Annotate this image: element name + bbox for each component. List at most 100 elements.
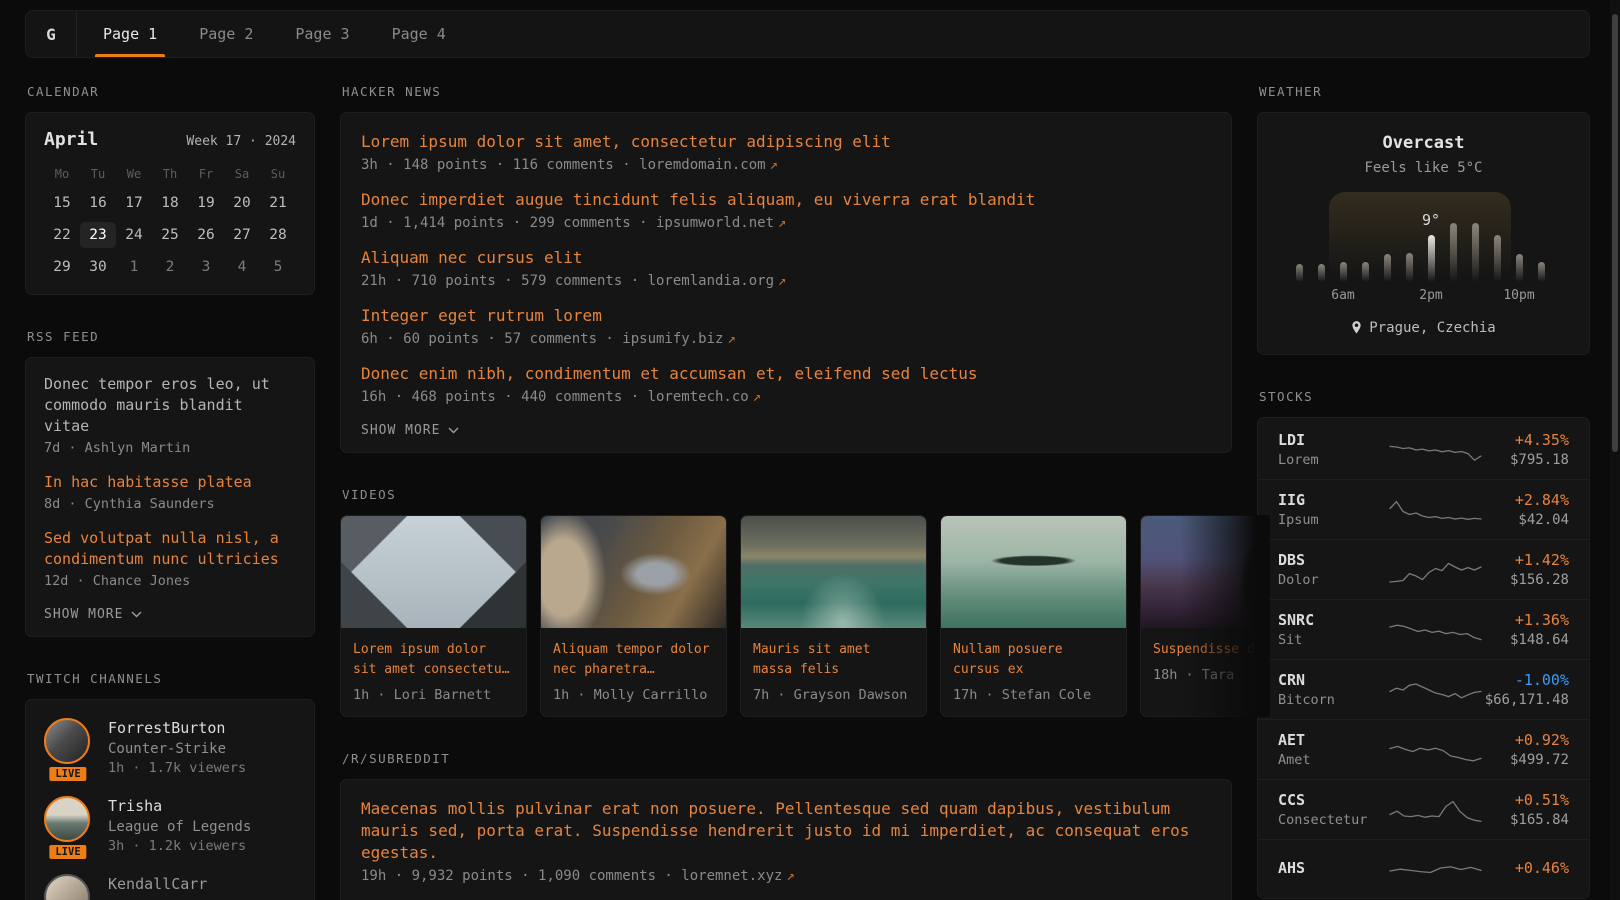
news-item-meta: 21h · 710 points · 579 comments · loreml… [361, 273, 1211, 289]
stock-row: CCS Consectetur +0.51% $165.84 [1258, 779, 1589, 839]
tab-page-4[interactable]: Page 4 [384, 11, 454, 57]
calendar-day: 5 [260, 254, 296, 280]
stock-id: CRN Bitcorn [1278, 671, 1388, 708]
weather-bar [1384, 254, 1391, 282]
weather-hourly-chart: 9° [1291, 194, 1557, 282]
rss-item-title[interactable]: Donec tempor eros leo, ut commodo mauris… [44, 374, 296, 437]
tab-page-3[interactable]: Page 3 [287, 11, 357, 57]
news-item: Donec enim nibh, condimentum et accumsan… [361, 363, 1211, 405]
sparkline-chart [1388, 613, 1483, 647]
dashboard-grid: CALENDAR April Week 17 · 2024 MoTuWeThFr… [25, 84, 1590, 900]
stock-id: AET Amet [1278, 731, 1388, 768]
twitch-channel-row[interactable]: LIVE ForrestBurton Counter-Strike 1h · 1… [44, 718, 296, 776]
external-link-icon[interactable]: ↗ [727, 331, 735, 347]
news-item: Aliquam nec cursus elit 21h · 710 points… [361, 247, 1211, 289]
stock-name: Lorem [1278, 452, 1388, 468]
stock-ticker: SNRC [1278, 611, 1388, 629]
video-card[interactable]: Lorem ipsum dolor sit amet consectetu… 1… [340, 515, 527, 717]
twitch-channel-row[interactable]: LIVE Trisha League of Legends 3h · 1.2k … [44, 796, 296, 854]
show-more-button[interactable]: SHOW MORE [361, 421, 1211, 438]
news-item-title[interactable]: Lorem ipsum dolor sit amet, consectetur … [361, 131, 1211, 153]
scrollbar-thumb[interactable] [1612, 14, 1618, 452]
stock-sparkline [1388, 851, 1483, 885]
external-link-icon[interactable]: ↗ [778, 215, 786, 231]
rss-item-title[interactable]: Sed volutpat nulla nisl, a condimentum n… [44, 528, 296, 570]
stock-sparkline [1388, 553, 1483, 587]
news-item-meta-text: 19h · 9,932 points · 1,090 comments · lo… [361, 868, 782, 884]
time-tick-label: 10pm [1503, 288, 1534, 303]
stock-ticker: CRN [1278, 671, 1388, 689]
twitch-channel-name: KendallCarr [108, 874, 207, 894]
sparkline-chart [1388, 433, 1483, 467]
time-tick-label: 6am [1331, 288, 1354, 303]
rss-feed-widget: Donec tempor eros leo, ut commodo mauris… [25, 357, 315, 637]
show-more-button[interactable]: SHOW MORE [44, 605, 296, 622]
video-card[interactable]: Nullam posuere cursus ex 17h · Stefan Co… [940, 515, 1127, 717]
tab-page-2[interactable]: Page 2 [191, 11, 261, 57]
stock-ticker: AET [1278, 731, 1388, 749]
app-logo[interactable]: G [26, 11, 76, 57]
video-card[interactable]: Suspendisse diam 18h · Tara [1140, 515, 1270, 717]
calendar-day: 18 [152, 190, 188, 216]
calendar-weekday-label: Fr [188, 164, 224, 184]
video-thumbnail [541, 516, 726, 628]
stock-ticker: IIG [1278, 491, 1388, 509]
twitch-channels-widget: LIVE ForrestBurton Counter-Strike 1h · 1… [25, 699, 315, 900]
weather-bar [1516, 254, 1523, 282]
stock-change-percent: +0.92% [1483, 731, 1569, 749]
stock-values: +4.35% $795.18 [1483, 431, 1569, 468]
stock-name: Amet [1278, 752, 1388, 768]
external-link-icon[interactable]: ↗ [770, 157, 778, 173]
news-item-meta-text: 16h · 468 points · 440 comments · loremt… [361, 389, 749, 405]
chevron-down-icon [131, 611, 142, 618]
weather-widget: Overcast Feels like 5°C 9° 6am2pm10pm Pr… [1257, 112, 1590, 355]
calendar-day: 16 [80, 190, 116, 216]
twitch-avatar-wrap [44, 874, 92, 900]
news-item: Maecenas mollis pulvinar erat non posuer… [361, 798, 1211, 884]
video-meta: 17h · Stefan Cole [941, 680, 1126, 716]
calendar-day: 27 [224, 222, 260, 248]
news-item-title[interactable]: Integer eget rutrum lorem [361, 305, 1211, 327]
weather-time-axis: 6am2pm10pm [1291, 288, 1557, 306]
news-item-title[interactable]: Maecenas mollis pulvinar erat non posuer… [361, 798, 1211, 864]
stock-id: IIG Ipsum [1278, 491, 1388, 528]
calendar-day: 4 [224, 254, 260, 280]
stocks-widget: LDI Lorem +4.35% $795.18 IIG Ipsum +2.84… [1257, 417, 1590, 899]
show-more-label: SHOW MORE [361, 423, 440, 438]
stock-id: AHS [1278, 859, 1388, 877]
external-link-icon[interactable]: ↗ [786, 868, 794, 884]
twitch-channel-row[interactable]: KendallCarr [44, 874, 296, 900]
stock-change-percent: +2.84% [1483, 491, 1569, 509]
rss-item: Sed volutpat nulla nisl, a condimentum n… [44, 528, 296, 589]
tab-page-1[interactable]: Page 1 [95, 11, 165, 57]
news-item-meta-text: 1d · 1,414 points · 299 comments · ipsum… [361, 215, 774, 231]
news-item-title[interactable]: Donec enim nibh, condimentum et accumsan… [361, 363, 1211, 385]
weather-bar [1494, 235, 1501, 282]
rss-item-title[interactable]: In hac habitasse platea [44, 472, 296, 493]
video-thumbnail [1141, 516, 1270, 628]
rss-item-meta: 12d · Chance Jones [44, 573, 296, 589]
video-meta: 1h · Molly Carrillo [541, 680, 726, 716]
news-item-meta: 16h · 468 points · 440 comments · loremt… [361, 389, 1211, 405]
stock-values: +1.42% $156.28 [1483, 551, 1569, 588]
video-card[interactable]: Aliquam tempor dolor nec pharetra… 1h · … [540, 515, 727, 717]
stock-sparkline [1388, 793, 1483, 827]
news-item-title[interactable]: Aliquam nec cursus elit [361, 247, 1211, 269]
video-card[interactable]: Mauris sit amet massa felis 7h · Grayson… [740, 515, 927, 717]
stock-sparkline [1388, 493, 1483, 527]
rss-section: RSS FEED Donec tempor eros leo, ut commo… [25, 329, 315, 637]
external-link-icon[interactable]: ↗ [753, 389, 761, 405]
twitch-channel-viewers: 1h · 1.7k viewers [108, 760, 246, 776]
stocks-section: STOCKS LDI Lorem +4.35% $795.18 IIG Ipsu… [1257, 389, 1590, 899]
external-link-icon[interactable]: ↗ [778, 273, 786, 289]
middle-column: HACKER NEWS Lorem ipsum dolor sit amet, … [340, 84, 1232, 900]
show-more-label: SHOW MORE [44, 607, 123, 622]
stock-price: $148.64 [1483, 632, 1569, 648]
weather-condition: Overcast [1278, 133, 1569, 153]
news-item-title[interactable]: Donec imperdiet augue tincidunt felis al… [361, 189, 1211, 211]
weather-section: WEATHER Overcast Feels like 5°C 9° 6am2p… [1257, 84, 1590, 355]
calendar-day: 15 [44, 190, 80, 216]
topbar: G Page 1 Page 2 Page 3 Page 4 [25, 10, 1590, 58]
sparkline-chart [1388, 553, 1483, 587]
calendar-weekday-label: Tu [80, 164, 116, 184]
